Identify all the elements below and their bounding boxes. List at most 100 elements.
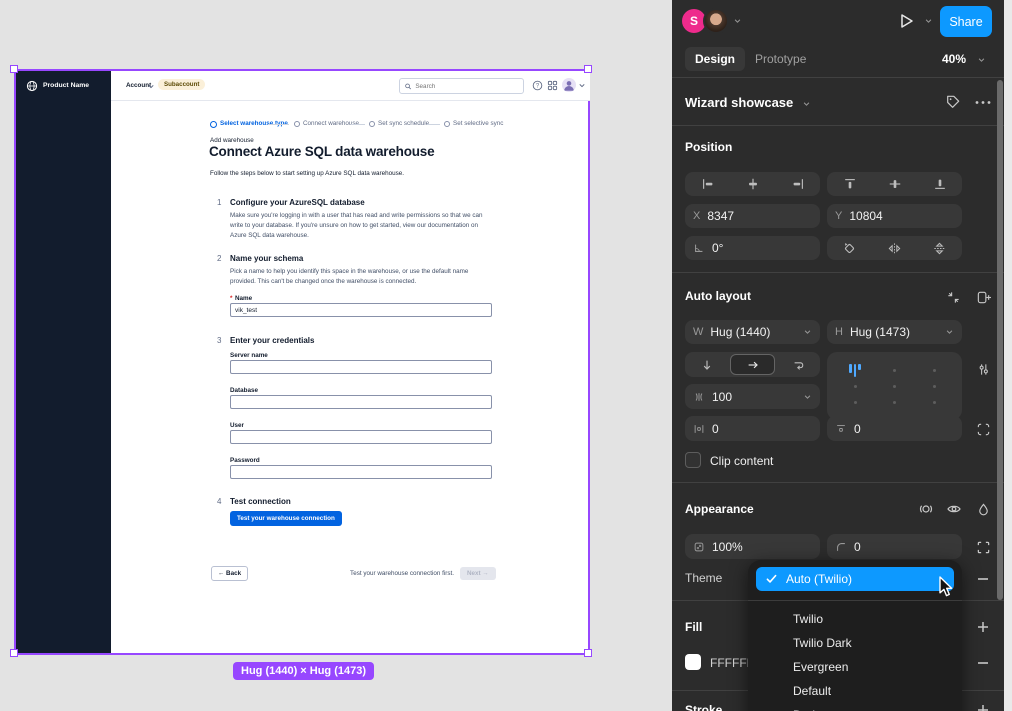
user-input[interactable] bbox=[230, 430, 492, 444]
user-avatar[interactable] bbox=[562, 78, 576, 92]
visibility-eye-icon[interactable] bbox=[945, 500, 963, 518]
vertical-padding-field[interactable]: 0 bbox=[827, 416, 962, 441]
align-left-button[interactable] bbox=[685, 172, 730, 196]
present-play-icon[interactable] bbox=[896, 11, 916, 31]
selection-handle-top-right[interactable] bbox=[584, 65, 592, 73]
database-input[interactable] bbox=[230, 395, 492, 409]
page-title[interactable]: Wizard showcase bbox=[685, 95, 793, 110]
expand-icon[interactable] bbox=[974, 538, 992, 556]
width-field[interactable]: WHug (1440) bbox=[685, 320, 820, 344]
theme-remove-icon[interactable] bbox=[974, 570, 992, 588]
stroke-add-icon[interactable] bbox=[974, 701, 992, 711]
fill-remove-icon[interactable] bbox=[974, 654, 992, 672]
fill-add-icon[interactable] bbox=[974, 618, 992, 636]
panel-scrollbar[interactable] bbox=[997, 80, 1003, 600]
align-top-button[interactable] bbox=[827, 172, 872, 196]
styles-tag-icon[interactable] bbox=[945, 94, 961, 110]
flip-vertical-button[interactable] bbox=[917, 236, 962, 260]
collaborators-chevron-icon[interactable] bbox=[733, 17, 742, 25]
zoom-level[interactable]: 40% bbox=[942, 52, 966, 66]
product-sidebar: Product Name bbox=[16, 71, 111, 653]
page-title-chevron-icon[interactable] bbox=[802, 100, 811, 108]
checkmark-icon bbox=[766, 574, 777, 584]
clip-content-checkbox[interactable] bbox=[685, 452, 701, 468]
next-button[interactable]: Next → bbox=[460, 567, 496, 580]
auto-layout-settings-icon[interactable] bbox=[974, 288, 992, 306]
opacity-field[interactable]: 100% bbox=[685, 534, 820, 559]
credential-label: Server name bbox=[230, 352, 268, 359]
stepper-connector bbox=[268, 124, 289, 125]
fill-color-swatch[interactable] bbox=[685, 654, 701, 670]
theme-option[interactable]: Twilio bbox=[793, 612, 823, 626]
theme-option[interactable]: Evergreen bbox=[793, 660, 848, 674]
corner-radius-field[interactable]: 0 bbox=[827, 534, 962, 559]
y-position-field[interactable]: Y10804 bbox=[827, 204, 962, 228]
layout-wrap-button[interactable] bbox=[777, 352, 820, 377]
position-section-title: Position bbox=[685, 140, 732, 154]
back-button[interactable]: ← Back bbox=[211, 566, 248, 581]
wizard-title: Connect Azure SQL data warehouse bbox=[209, 144, 434, 159]
align-v-center-button[interactable] bbox=[872, 172, 917, 196]
horizontal-padding-field[interactable]: 0 bbox=[685, 416, 820, 441]
step-heading: Test connection bbox=[230, 497, 291, 506]
selection-handle-bottom-right[interactable] bbox=[584, 649, 592, 657]
align-right-button[interactable] bbox=[775, 172, 820, 196]
search-input[interactable] bbox=[415, 79, 518, 93]
y-label: Y bbox=[835, 210, 842, 222]
alignment-grid[interactable] bbox=[827, 352, 962, 420]
help-icon[interactable]: ? bbox=[532, 80, 543, 91]
component-states-icon[interactable] bbox=[917, 500, 935, 518]
collaborator-avatar-photo[interactable] bbox=[703, 8, 729, 34]
h-value: Hug (1473) bbox=[850, 325, 910, 339]
selection-handle-bottom-left[interactable] bbox=[10, 649, 18, 657]
flip-horizontal-button[interactable] bbox=[872, 236, 917, 260]
test-connection-button[interactable]: Test your warehouse connection bbox=[230, 511, 342, 526]
stroke-section-title: Stroke bbox=[685, 703, 722, 711]
stepper-label[interactable]: Set sync schedule bbox=[378, 120, 429, 127]
design-frame[interactable]: Product Name Account Subaccount ? Select… bbox=[14, 69, 590, 655]
stepper-connector bbox=[351, 124, 365, 125]
tab-prototype[interactable]: Prototype bbox=[755, 52, 806, 66]
corner-radius-icon bbox=[835, 541, 847, 553]
zoom-chevron-icon[interactable] bbox=[977, 56, 986, 64]
theme-option[interactable]: Twilio Dark bbox=[793, 636, 852, 650]
remove-auto-layout-icon[interactable] bbox=[944, 288, 962, 306]
rotation-field[interactable]: 0° bbox=[685, 236, 820, 260]
step-body: Pick a name to help you identify this sp… bbox=[230, 267, 493, 287]
height-field[interactable]: HHug (1473) bbox=[827, 320, 962, 344]
x-value: 8347 bbox=[707, 209, 734, 223]
blend-droplet-icon[interactable] bbox=[974, 500, 992, 518]
align-bottom-button[interactable] bbox=[917, 172, 962, 196]
present-chevron-icon[interactable] bbox=[924, 17, 933, 25]
search-box[interactable] bbox=[399, 78, 524, 94]
server-name-input[interactable] bbox=[230, 360, 492, 374]
auto-layout-section-title: Auto layout bbox=[685, 289, 751, 303]
gap-field[interactable]: 100 bbox=[685, 384, 820, 409]
align-h-center-button[interactable] bbox=[730, 172, 775, 196]
more-options-icon[interactable] bbox=[975, 100, 991, 105]
spacing-settings-icon[interactable] bbox=[974, 360, 992, 378]
subaccount-badge[interactable]: Subaccount bbox=[158, 79, 205, 90]
stepper-label[interactable]: Set selective sync bbox=[453, 120, 503, 127]
theme-option-selected[interactable]: Auto (Twilio) bbox=[756, 567, 954, 591]
independent-padding-icon[interactable] bbox=[974, 420, 992, 438]
step-number: 4 bbox=[217, 497, 221, 506]
avatar-chevron-icon[interactable] bbox=[579, 83, 585, 88]
credential-label: Password bbox=[230, 457, 260, 464]
step-body: Make sure you're logging in with a user … bbox=[230, 211, 493, 240]
theme-option[interactable]: Default bbox=[793, 684, 831, 698]
w-value: Hug (1440) bbox=[710, 325, 770, 339]
rotate-button[interactable] bbox=[827, 236, 872, 260]
selection-handle-top-left[interactable] bbox=[10, 65, 18, 73]
tab-design[interactable]: Design bbox=[685, 47, 745, 71]
x-position-field[interactable]: X8347 bbox=[685, 204, 820, 228]
layout-horizontal-button[interactable] bbox=[730, 354, 775, 375]
step-number: 3 bbox=[217, 336, 221, 345]
share-button[interactable]: Share bbox=[940, 6, 992, 37]
password-input[interactable] bbox=[230, 465, 492, 479]
window-edge bbox=[1004, 0, 1012, 711]
name-input[interactable] bbox=[230, 303, 492, 317]
back-label: Back bbox=[226, 570, 241, 577]
apps-grid-icon[interactable] bbox=[547, 80, 558, 91]
layout-vertical-button[interactable] bbox=[685, 352, 728, 377]
